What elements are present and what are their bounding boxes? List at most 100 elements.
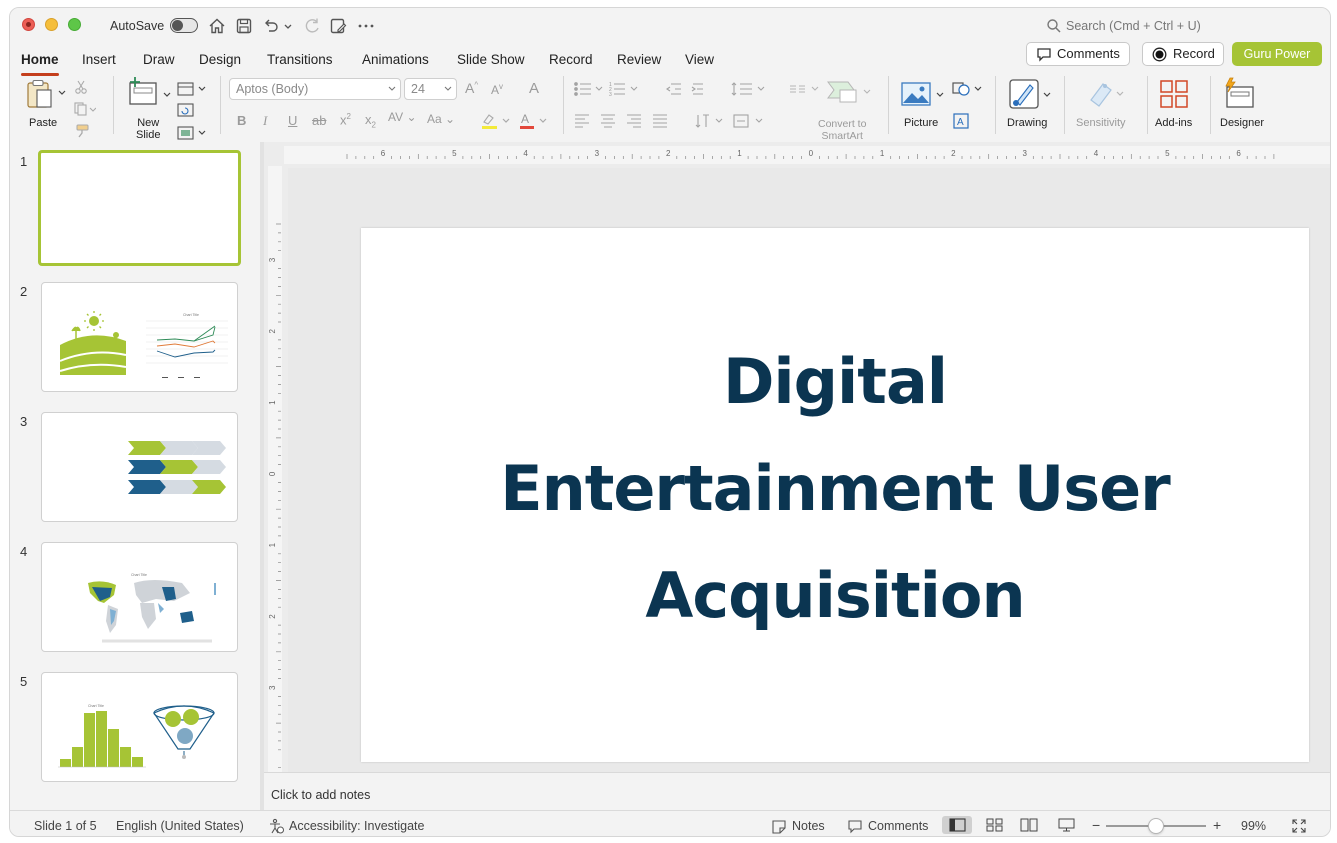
align-text-icon[interactable]: [732, 112, 768, 130]
horizontal-ruler[interactable]: 6 5 4 3 2 1 0 1 2 3 4 5 6: [284, 146, 1331, 164]
slide-thumbnail-1[interactable]: [38, 150, 241, 266]
clear-formatting-icon[interactable]: A: [529, 80, 539, 97]
convert-to-smartart-label: Convert to SmartArt: [818, 118, 867, 142]
drawing-icon[interactable]: [1008, 78, 1040, 110]
strikethrough-icon[interactable]: ab: [312, 113, 326, 128]
notes-toggle[interactable]: Notes: [792, 819, 825, 833]
alignment-icons[interactable]: [573, 112, 673, 128]
zoom-out-button[interactable]: −: [1092, 817, 1100, 833]
reset-slide-icon[interactable]: [177, 103, 195, 117]
new-slide-dropdown-chevron-icon[interactable]: [162, 90, 172, 100]
chevron-down-icon: [388, 86, 396, 91]
status-bar: Slide 1 of 5 English (United States) Acc…: [10, 810, 1330, 836]
sensitivity-icon[interactable]: [1085, 78, 1125, 110]
picture-label: Picture: [904, 117, 939, 129]
language-indicator[interactable]: English (United States): [116, 819, 244, 833]
ruler-label: 0: [809, 149, 814, 158]
save-as-icon[interactable]: [328, 16, 348, 36]
drawing-dropdown-chevron-icon[interactable]: [1042, 90, 1052, 100]
picture-dropdown-chevron-icon[interactable]: [935, 90, 945, 100]
convert-to-smartart-icon[interactable]: [826, 78, 872, 106]
section-icon[interactable]: [177, 126, 207, 140]
paste-icon[interactable]: [25, 78, 55, 110]
line-spacing-icon[interactable]: [730, 81, 774, 97]
save-icon[interactable]: [234, 16, 254, 36]
search-input[interactable]: Search (Cmd + Ctrl + U): [1066, 19, 1201, 33]
zoom-in-button[interactable]: +: [1213, 817, 1221, 833]
indent-icons[interactable]: [665, 81, 709, 97]
highlight-color-icon[interactable]: [480, 112, 512, 130]
zoom-level[interactable]: 99%: [1241, 819, 1266, 833]
undo-dropdown-chevron-icon[interactable]: [282, 16, 294, 36]
notes-pane[interactable]: Click to add notes: [264, 772, 1330, 810]
add-ins-icon[interactable]: [1159, 79, 1189, 109]
paste-dropdown-chevron-icon[interactable]: [57, 88, 67, 98]
cut-icon[interactable]: [74, 80, 88, 94]
font-color-icon[interactable]: A: [518, 112, 550, 130]
font-name-select[interactable]: Aptos (Body): [229, 78, 401, 100]
book-icon: [1020, 818, 1038, 832]
shapes-icon[interactable]: [951, 80, 983, 98]
new-slide-icon[interactable]: [127, 76, 159, 108]
layout-icon[interactable]: [177, 82, 207, 96]
vertical-ruler[interactable]: 3 2 1 0 1 2 3: [268, 166, 282, 772]
maximize-window-button[interactable]: [68, 18, 81, 31]
columns-icon[interactable]: [788, 81, 828, 97]
redo-icon[interactable]: [302, 16, 322, 36]
accessibility-status[interactable]: Accessibility: Investigate: [289, 819, 424, 833]
designer-label: Designer: [1220, 117, 1265, 129]
bullets-numbering-icons[interactable]: 123: [573, 81, 665, 97]
decrease-font-size-icon[interactable]: Av: [491, 82, 503, 97]
ruler-label: 1: [268, 400, 277, 405]
reading-view-button[interactable]: [1014, 816, 1044, 834]
thumb-chart-title: Chart Title: [88, 704, 104, 708]
slide-sorter-view-button[interactable]: [979, 816, 1009, 834]
comments-button[interactable]: Comments: [1026, 42, 1130, 66]
format-painter-icon[interactable]: [74, 124, 90, 138]
slide-thumbnail-3[interactable]: [41, 412, 238, 522]
text-direction-icon[interactable]: [694, 112, 728, 130]
title-bar: AutoSave Search (Cmd + Ctrl + U): [10, 8, 1330, 44]
normal-view-icon: [949, 818, 966, 832]
bold-icon[interactable]: B: [237, 113, 246, 128]
subscript-icon[interactable]: x2: [365, 112, 376, 130]
slide-number: 3: [20, 414, 28, 429]
superscript-icon[interactable]: x2: [340, 112, 351, 127]
text-box-icon[interactable]: A: [952, 112, 970, 130]
ribbon-toolbar: Paste New Slide Aptos (Body) 24 A^ Av A B: [10, 72, 1330, 142]
current-slide[interactable]: Digital Entertainment User Acquisition: [361, 228, 1309, 762]
slide-thumbnail-2[interactable]: Chart Title: [41, 282, 238, 392]
picture-icon[interactable]: [901, 81, 931, 107]
zoom-slider-thumb[interactable]: [1148, 818, 1164, 834]
close-window-button[interactable]: [22, 18, 35, 31]
increase-font-size-icon[interactable]: A^: [465, 80, 478, 96]
slide-thumbnail-4[interactable]: Chart Title: [41, 542, 238, 652]
powerpoint-window: AutoSave Search (Cmd + Ctrl + U) Home In…: [9, 7, 1331, 837]
record-button[interactable]: Record: [1142, 42, 1224, 66]
minimize-window-button[interactable]: [45, 18, 58, 31]
designer-icon[interactable]: [1223, 77, 1257, 109]
slide-title-line-2: Entertainment User: [500, 452, 1171, 525]
slide-editor: 6 5 4 3 2 1 0 1 2 3 4 5 6 3 2 1 0 1 2 3 Digital Entertainm…: [264, 142, 1331, 772]
character-spacing-icon[interactable]: AV ⌄: [388, 110, 417, 124]
slide-title[interactable]: Digital Entertainment User Acquisition: [361, 328, 1309, 649]
more-options-icon[interactable]: [356, 16, 376, 36]
font-size-select[interactable]: 24: [404, 78, 457, 100]
fit-to-window-icon[interactable]: [1291, 818, 1307, 834]
home-icon[interactable]: [207, 16, 227, 36]
undo-icon[interactable]: [261, 16, 281, 36]
underline-icon[interactable]: U: [288, 113, 297, 128]
normal-view-button[interactable]: [942, 816, 972, 834]
slide-thumbnail-5[interactable]: Chart Title: [41, 672, 238, 782]
guru-power-button[interactable]: Guru Power: [1232, 42, 1322, 66]
italic-icon[interactable]: I: [263, 113, 267, 129]
slide-title-line-3: Acquisition: [645, 559, 1025, 632]
ruler-label: 6: [381, 149, 386, 158]
comments-toggle[interactable]: Comments: [868, 819, 928, 833]
change-case-icon[interactable]: Aa ⌄: [427, 112, 455, 126]
slide-show-view-button[interactable]: [1051, 816, 1081, 834]
ruler-label: 1: [880, 149, 885, 158]
autosave-toggle[interactable]: [170, 18, 198, 33]
ruler-label: 4: [1094, 149, 1099, 158]
copy-icon[interactable]: [74, 102, 96, 116]
